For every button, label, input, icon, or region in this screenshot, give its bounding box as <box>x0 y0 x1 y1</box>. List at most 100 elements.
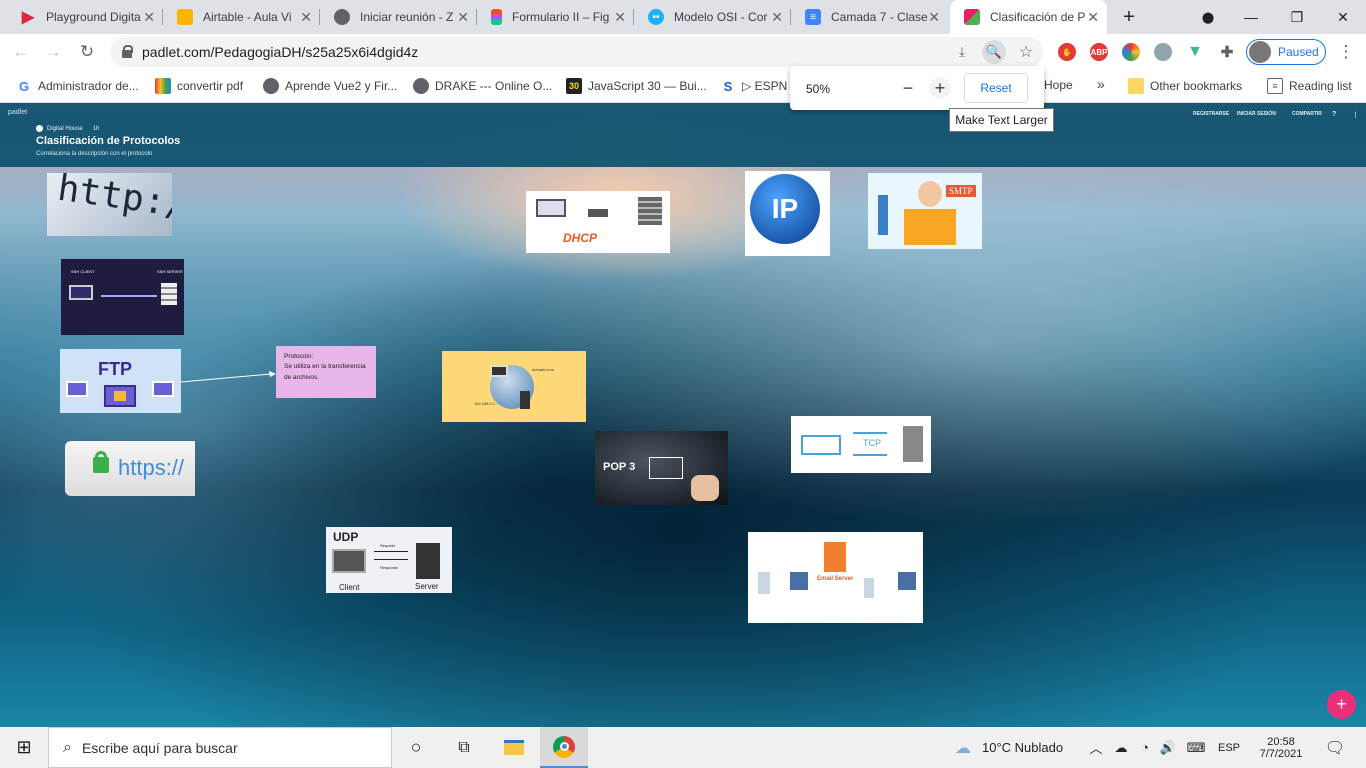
share-link[interactable]: COMPARTIR <box>1292 111 1322 117</box>
task-view-icon[interactable]: ⧉ <box>448 727 480 768</box>
tab-airtable[interactable]: Airtable - Aula Vi ✕ <box>163 0 320 34</box>
file-explorer-icon[interactable] <box>496 727 532 768</box>
tab-strip: ▶ Playground Digita ✕ Airtable - Aula Vi… <box>0 0 1366 34</box>
extensions-puzzle-icon[interactable]: ✚ <box>1218 43 1236 61</box>
taskbar-search[interactable]: ⌕ Escribe aquí para buscar <box>48 727 392 768</box>
adblock-icon[interactable]: ✋ <box>1058 43 1076 61</box>
close-tab-icon[interactable]: ✕ <box>143 9 155 26</box>
help-icon[interactable]: ? <box>1332 111 1336 118</box>
reload-icon[interactable]: ↻ <box>75 40 99 64</box>
post-time: 1h <box>92 125 100 132</box>
reset-zoom-button[interactable]: Reset <box>964 73 1028 103</box>
profile-button[interactable]: Paused <box>1246 39 1326 65</box>
close-tab-icon[interactable]: ✕ <box>1087 9 1099 26</box>
tab-clasificacion[interactable]: Clasificación de P ✕ <box>950 0 1107 34</box>
tab-search-icon[interactable]: ⬤ <box>1185 0 1231 34</box>
vue-devtools-icon[interactable]: ▼ <box>1186 43 1204 61</box>
card-http[interactable]: http://ww <box>47 173 172 236</box>
bookmarks-overflow[interactable]: » <box>1097 76 1105 92</box>
other-bookmarks[interactable]: Other bookmarks <box>1128 78 1242 94</box>
login-link[interactable]: INICIAR SESIÓN <box>1237 111 1276 117</box>
abp-icon[interactable]: ABP <box>1090 43 1108 61</box>
tray-chevron-icon[interactable]: ︿ <box>1087 727 1105 768</box>
onedrive-icon[interactable]: ☁ <box>1110 727 1132 768</box>
language-indicator[interactable]: ESP <box>1215 727 1243 768</box>
person-icon <box>918 181 942 207</box>
register-link[interactable]: REGISTRARSE <box>1193 111 1229 117</box>
install-icon[interactable]: ⤓ <box>950 40 974 64</box>
minimize-icon[interactable]: — <box>1228 0 1274 34</box>
browser-toolbar: ← → ↻ padlet.com/PedagogiaDH/s25a25x6i4d… <box>0 34 1366 70</box>
laptop-icon <box>801 435 841 455</box>
color-picker-icon[interactable] <box>1122 43 1140 61</box>
zoom-out-icon[interactable]: − <box>897 77 919 99</box>
address-bar[interactable]: padlet.com/PedagogiaDH/s25a25x6i4dgid4z … <box>110 37 1043 67</box>
bookmark-item[interactable]: 30 JavaScript 30 — Bui... <box>566 78 707 94</box>
bookmark-item[interactable]: DRAKE --- Online O... <box>413 78 552 94</box>
bookmark-star-icon[interactable]: ☆ <box>1014 40 1038 64</box>
menu-icon[interactable]: ⋮ <box>1334 40 1358 64</box>
card-dhcp[interactable]: DHCP <box>526 191 670 253</box>
add-post-button[interactable]: + <box>1327 690 1356 719</box>
forward-icon[interactable]: → <box>41 40 65 64</box>
restore-icon[interactable]: ❐ <box>1274 0 1320 34</box>
close-tab-icon[interactable]: ✕ <box>771 9 783 26</box>
tcp-text: TCP <box>863 438 881 448</box>
cortana-icon[interactable]: ○ <box>400 727 432 768</box>
tab-zoom[interactable]: Iniciar reunión - Z ✕ <box>320 0 477 34</box>
playground-icon: ▶ <box>21 9 35 26</box>
reading-list[interactable]: ≡ Reading list <box>1267 78 1352 94</box>
extension-icon[interactable] <box>1154 43 1172 61</box>
avatar <box>1249 41 1271 63</box>
notifications-icon[interactable]: 🗨 <box>1320 727 1350 768</box>
volume-icon[interactable]: 🔊 <box>1157 727 1179 768</box>
ip-globe-icon: IP <box>750 174 820 244</box>
zoom-icon[interactable]: 🔍 <box>982 40 1006 64</box>
keyboard-icon[interactable]: ⌨ <box>1183 727 1209 768</box>
bookmark-item[interactable]: Hope <box>1044 78 1073 92</box>
tab-modelo-osi[interactable]: •• Modelo OSI - Cor ✕ <box>634 0 791 34</box>
bookmark-item[interactable]: G Administrador de... <box>16 78 139 94</box>
card-smtp[interactable]: SMTP <box>868 173 982 249</box>
close-tab-icon[interactable]: ✕ <box>300 9 312 26</box>
close-window-icon[interactable]: ✕ <box>1320 0 1366 34</box>
router-icon <box>588 209 608 217</box>
card-tcp[interactable]: TCP <box>791 416 931 473</box>
close-tab-icon[interactable]: ✕ <box>614 9 626 26</box>
windows-start-icon[interactable]: ⊞ <box>0 727 48 768</box>
card-pop3[interactable]: POP 3 <box>595 431 728 505</box>
back-icon[interactable]: ← <box>9 40 33 64</box>
card-ip[interactable]: IP <box>745 171 830 256</box>
bookmark-item[interactable]: Aprende Vue2 y Fir... <box>263 78 397 94</box>
card-https[interactable]: https:// <box>65 441 195 496</box>
clock[interactable]: 20:58 7/7/2021 <box>1248 727 1314 768</box>
wifi-icon[interactable]: ◔ <box>1134 727 1156 768</box>
new-tab-icon[interactable]: + <box>1106 0 1152 34</box>
card-ftp[interactable]: FTP <box>60 349 181 413</box>
email-server-icon <box>824 542 846 572</box>
url-text[interactable]: padlet.com/PedagogiaDH/s25a25x6i4dgid4z <box>142 44 418 60</box>
protocol-note[interactable]: Protocolo: Se utiliza en la transferenci… <box>276 346 376 398</box>
padlet-header: padlet Digital House 1h Clasificación de … <box>0 103 1366 167</box>
more-icon[interactable]: ⋮ <box>1352 111 1359 119</box>
bookmark-label: Hope <box>1044 78 1073 92</box>
desktop-icon <box>898 572 916 590</box>
bookmark-item[interactable]: S ▷ ESPN <box>720 78 788 94</box>
chrome-taskbar-icon[interactable] <box>540 727 588 768</box>
tab-camada[interactable]: ≡ Camada 7 - Clase ✕ <box>791 0 948 34</box>
card-udp[interactable]: UDP Client Request Response Server <box>326 527 452 593</box>
laptop-icon <box>332 549 366 573</box>
tab-figma[interactable]: Formulario II – Fig ✕ <box>477 0 634 34</box>
bookmark-label: DRAKE --- Online O... <box>435 79 553 93</box>
server-icon <box>161 283 177 305</box>
card-dns[interactable]: domain.com 192.168.0.1 <box>442 351 586 422</box>
tab-playground[interactable]: ▶ Playground Digita ✕ <box>6 0 163 34</box>
weather-text[interactable]: 10°C Nublado <box>982 727 1077 768</box>
bookmark-item[interactable]: convertir pdf <box>155 78 243 94</box>
card-ssh[interactable]: SSH CLIENT SSH SERVER <box>61 259 184 335</box>
zoom-in-icon[interactable]: + <box>929 77 951 99</box>
close-tab-icon[interactable]: ✕ <box>457 9 469 26</box>
close-tab-icon[interactable]: ✕ <box>928 9 940 26</box>
card-email-server[interactable]: Email Server <box>748 532 923 623</box>
padlet-logo[interactable]: padlet <box>8 109 27 116</box>
